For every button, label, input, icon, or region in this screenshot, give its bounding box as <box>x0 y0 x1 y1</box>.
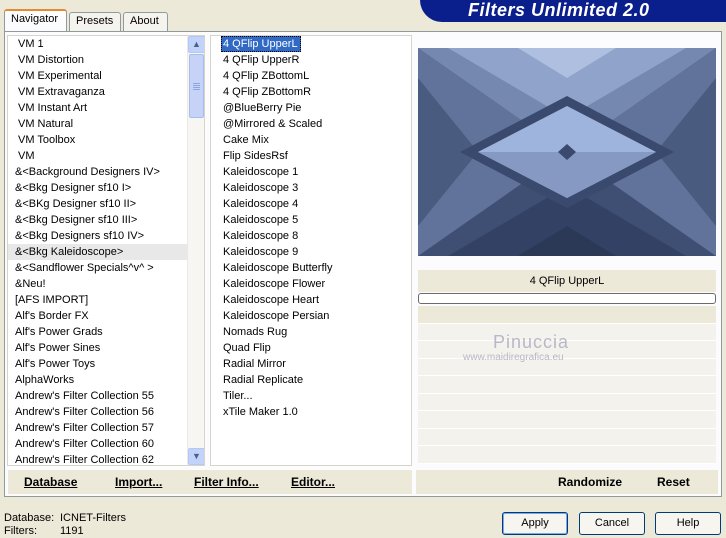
filter-item[interactable]: Kaleidoscope 1 <box>211 164 411 180</box>
filter-list[interactable]: 4 QFlip UpperL 4 QFlip UpperR 4 QFlip ZBot… <box>210 35 412 466</box>
category-item[interactable]: [AFS IMPORT] <box>8 292 204 308</box>
watermark-url: www.maidiregrafica.eu <box>463 352 564 363</box>
tab-about[interactable]: About <box>123 12 168 31</box>
filter-item[interactable]: 4 QFlip UpperR <box>211 52 411 68</box>
filter-item[interactable]: @Mirrored & Scaled <box>211 116 411 132</box>
status-info: Database: ICNET-Filters Filters: 1191 <box>4 512 126 538</box>
filter-item-selected[interactable]: 4 QFlip UpperL <box>221 36 301 52</box>
filters-count: 1191 <box>60 525 84 537</box>
filter-info-button[interactable]: Filter Info... <box>194 475 259 489</box>
list-action-bar: Database Import... Filter Info... Editor… <box>8 470 412 494</box>
filters-label: Filters: <box>4 525 37 537</box>
filter-preview-image <box>418 48 716 256</box>
preview-action-bar: Randomize Reset <box>416 470 718 494</box>
category-list[interactable]: VM 1 VM Distortion VM Experimental VM Extra… <box>7 35 205 466</box>
filter-item[interactable]: Kaleidoscope Butterfly <box>211 260 411 276</box>
filter-item[interactable]: Kaleidoscope Persian <box>211 308 411 324</box>
filter-item[interactable]: xTile Maker 1.0 <box>211 404 411 420</box>
filter-item[interactable]: Kaleidoscope Heart <box>211 292 411 308</box>
filter-item[interactable]: Tiler... <box>211 388 411 404</box>
scroll-thumb[interactable] <box>189 54 204 118</box>
category-item[interactable]: VM Instant Art <box>8 100 204 116</box>
editor-button[interactable]: Editor... <box>291 475 335 489</box>
filter-item[interactable]: Quad Flip <box>211 340 411 356</box>
banner-title: Filters Unlimited 2.0 <box>468 0 650 20</box>
database-value: ICNET-Filters <box>60 512 126 524</box>
filter-item[interactable]: Radial Mirror <box>211 356 411 372</box>
randomize-button[interactable]: Randomize <box>558 475 622 489</box>
filter-item[interactable]: @BlueBerry Pie <box>211 100 411 116</box>
filter-item[interactable]: Radial Replicate <box>211 372 411 388</box>
category-item[interactable]: Andrew's Filter Collection 57 <box>8 420 204 436</box>
filter-item[interactable]: Cake Mix <box>211 132 411 148</box>
chevron-down-icon[interactable]: ▼ <box>188 448 204 465</box>
progress-bar <box>418 293 716 304</box>
category-item[interactable]: Alf's Border FX <box>8 308 204 324</box>
watermark-name: Pinuccia <box>493 332 570 352</box>
cancel-button[interactable]: Cancel <box>579 512 645 535</box>
category-item[interactable]: &Neu! <box>8 276 204 292</box>
filter-item[interactable]: Kaleidoscope 3 <box>211 180 411 196</box>
category-item[interactable]: &<Background Designers IV> <box>8 164 204 180</box>
category-item[interactable]: Alf's Power Toys <box>8 356 204 372</box>
selected-filter-name: 4 QFlip UpperL <box>418 270 716 292</box>
category-item[interactable]: &<BKg Designer sf10 II> <box>8 196 204 212</box>
category-item[interactable]: Andrew's Filter Collection 56 <box>8 404 204 420</box>
category-item[interactable]: Alf's Power Sines <box>8 340 204 356</box>
tab-navigator[interactable]: Navigator <box>4 9 67 31</box>
help-button[interactable]: Help <box>655 512 721 535</box>
filter-item[interactable]: Kaleidoscope 9 <box>211 244 411 260</box>
category-item[interactable]: &<Bkg Designer sf10 III> <box>8 212 204 228</box>
category-item[interactable]: &<Sandflower Specials^v^ > <box>8 260 204 276</box>
category-item[interactable]: VM Toolbox <box>8 132 204 148</box>
parameter-area <box>418 306 716 464</box>
apply-button[interactable]: Apply <box>502 512 568 535</box>
filter-item[interactable]: 4 QFlip ZBottomR <box>211 84 411 100</box>
category-item[interactable]: &<Bkg Designers sf10 IV> <box>8 228 204 244</box>
filter-item[interactable]: 4 QFlip ZBottomL <box>211 68 411 84</box>
filter-item[interactable]: Kaleidoscope 8 <box>211 228 411 244</box>
chevron-up-icon[interactable]: ▲ <box>188 36 204 53</box>
filter-items: 4 QFlip UpperL 4 QFlip UpperR 4 QFlip ZBot… <box>211 36 411 420</box>
filter-item[interactable]: Kaleidoscope Flower <box>211 276 411 292</box>
category-item[interactable]: &<Bkg Designer sf10 I> <box>8 180 204 196</box>
filter-item[interactable]: Kaleidoscope 4 <box>211 196 411 212</box>
category-items: VM 1 VM Distortion VM Experimental VM Extra… <box>8 36 204 465</box>
reset-button[interactable]: Reset <box>657 475 690 489</box>
category-item[interactable]: VM 1 <box>8 36 204 52</box>
category-item[interactable]: Andrew's Filter Collection 62 <box>8 452 204 465</box>
category-item[interactable]: Andrew's Filter Collection 60 <box>8 436 204 452</box>
category-item[interactable]: Andrew's Filter Collection 55 <box>8 388 204 404</box>
category-item[interactable]: VM Extravaganza <box>8 84 204 100</box>
filter-item[interactable]: Kaleidoscope 5 <box>211 212 411 228</box>
filter-item[interactable]: Flip SidesRsf <box>211 148 411 164</box>
category-item[interactable]: VM <box>8 148 204 164</box>
category-item[interactable]: VM Experimental <box>8 68 204 84</box>
app-banner: Filters Unlimited 2.0 <box>420 0 726 22</box>
database-label: Database: <box>4 512 55 524</box>
category-item[interactable]: AlphaWorks <box>8 372 204 388</box>
tab-presets[interactable]: Presets <box>69 12 121 31</box>
filter-item[interactable]: Nomads Rug <box>211 324 411 340</box>
category-item[interactable]: &<Bkg Kaleidoscope> <box>8 244 204 260</box>
database-button[interactable]: Database <box>24 475 77 489</box>
category-scrollbar[interactable]: ▲ ▼ <box>187 36 204 465</box>
category-item[interactable]: Alf's Power Grads <box>8 324 204 340</box>
category-item[interactable]: VM Natural <box>8 116 204 132</box>
import-button[interactable]: Import... <box>115 475 162 489</box>
category-item[interactable]: VM Distortion <box>8 52 204 68</box>
